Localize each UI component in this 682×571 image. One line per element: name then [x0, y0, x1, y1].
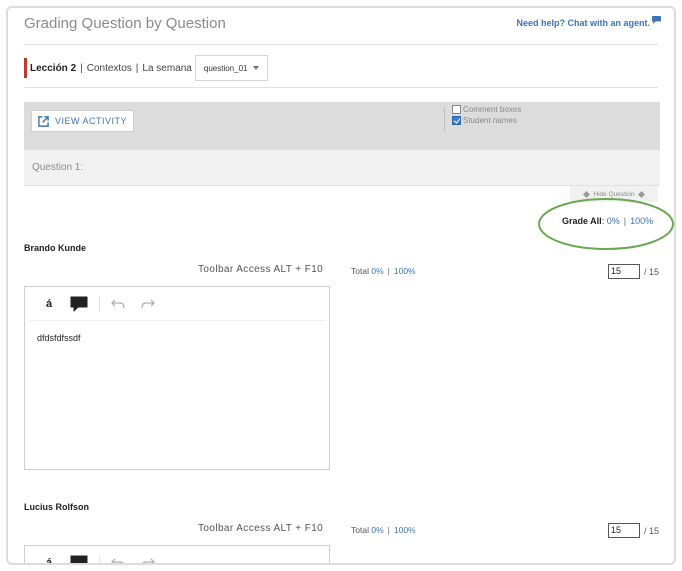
- editor-toolbar: á: [29, 546, 325, 564]
- comment-boxes-checkbox[interactable]: [452, 105, 461, 114]
- lesson-marker: [24, 58, 27, 78]
- total-label: Total: [351, 266, 369, 276]
- total-0-link[interactable]: 0%: [371, 525, 383, 535]
- redo-icon: [141, 299, 155, 308]
- student-names-label: Student names: [463, 116, 517, 125]
- comment-icon: [70, 296, 88, 311]
- breadcrumb-separator: |: [135, 62, 139, 74]
- header-divider: [24, 44, 658, 45]
- question-select-value: question_01: [203, 63, 248, 73]
- view-activity-button[interactable]: VIEW ACTIVITY: [31, 110, 135, 132]
- breadcrumb: Lección 2 | Contextos | La semana questi…: [24, 55, 269, 81]
- undo-icon: [111, 299, 125, 308]
- grade-all-label: Grade All: [562, 216, 602, 226]
- view-activity-label: VIEW ACTIVITY: [55, 116, 128, 126]
- accent-button[interactable]: á: [37, 551, 61, 564]
- undo-button[interactable]: [106, 551, 130, 563]
- score-input[interactable]: 15: [608, 523, 640, 538]
- question-box: Question 1:: [24, 150, 660, 186]
- chat-bubble-icon[interactable]: [652, 16, 661, 24]
- grade-all: Grade All: 0% | 100%: [562, 216, 654, 226]
- score-max: / 15: [644, 267, 660, 277]
- score-input[interactable]: 15: [608, 264, 640, 279]
- toolbar-divider: [99, 554, 100, 563]
- activity-bar: VIEW ACTIVITY Comment boxes Student name…: [24, 102, 660, 150]
- breadcrumb-subsection: La semana: [142, 62, 192, 74]
- score-max: / 15: [644, 526, 660, 536]
- grade-all-separator: |: [623, 216, 627, 226]
- grading-panel: Grading Question by Question Need help? …: [6, 6, 676, 565]
- caret-down-icon: [253, 66, 260, 70]
- total-label: Total: [351, 525, 369, 535]
- total-100-link[interactable]: 100%: [394, 525, 416, 535]
- breadcrumb-separator: |: [80, 62, 83, 74]
- help-chat-link[interactable]: Need help? Chat with an agent.: [516, 18, 650, 28]
- total-row: Total 0% | 100%: [351, 525, 416, 535]
- comment-boxes-label: Comment boxes: [463, 105, 522, 114]
- question-select[interactable]: question_01: [194, 55, 269, 81]
- toolbar-access-hint: Toolbar Access ALT + F10: [198, 523, 324, 534]
- student-names-checkbox[interactable]: [452, 116, 461, 125]
- undo-button[interactable]: [106, 292, 130, 316]
- comment-boxes-option[interactable]: Comment boxes: [452, 105, 521, 114]
- page-title: Grading Question by Question: [24, 15, 226, 32]
- total-separator: |: [387, 266, 390, 276]
- comment-button[interactable]: [67, 292, 91, 316]
- comment-icon: [70, 555, 88, 563]
- accent-button[interactable]: á: [37, 292, 61, 316]
- redo-button[interactable]: [136, 292, 160, 316]
- total-separator: |: [387, 525, 390, 535]
- student-names-option[interactable]: Student names: [452, 116, 517, 125]
- response-editor[interactable]: á: [24, 545, 330, 564]
- breadcrumb-section: Contextos: [86, 62, 132, 74]
- total-row: Total 0% | 100%: [351, 266, 416, 276]
- grade-all-100-link[interactable]: 100%: [630, 216, 653, 226]
- response-editor[interactable]: á dfdsfdfssdf: [24, 286, 330, 470]
- toolbar-divider: [99, 295, 100, 312]
- student-name: Brando Kunde: [24, 243, 86, 253]
- question-label: Question 1:: [32, 162, 84, 173]
- editor-content[interactable]: dfdsfdfssdf: [25, 321, 329, 355]
- external-link-icon: [38, 115, 49, 127]
- options-divider: [444, 107, 445, 131]
- comment-button[interactable]: [67, 551, 91, 563]
- redo-button[interactable]: [136, 551, 160, 563]
- breadcrumb-lesson: Lección 2: [30, 62, 77, 74]
- student-name: Lucius Rolfson: [24, 502, 89, 512]
- redo-icon: [142, 558, 155, 563]
- total-100-link[interactable]: 100%: [394, 266, 416, 276]
- toolbar-access-hint: Toolbar Access ALT + F10: [198, 264, 324, 275]
- grade-all-0-link[interactable]: 0%: [607, 216, 620, 226]
- breadcrumb-divider: [24, 87, 658, 88]
- undo-icon: [111, 558, 124, 563]
- editor-toolbar: á: [29, 287, 325, 321]
- total-0-link[interactable]: 0%: [371, 266, 383, 276]
